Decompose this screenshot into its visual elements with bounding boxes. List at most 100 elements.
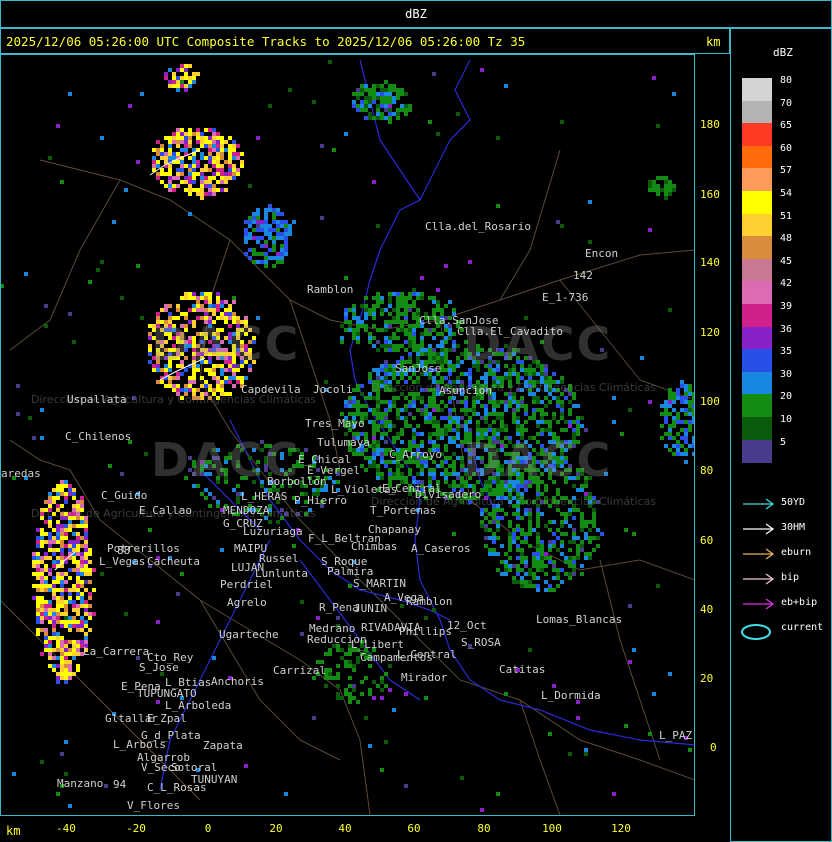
echo-pixel xyxy=(496,376,500,380)
echo-pixel xyxy=(360,84,364,88)
echo-pixel xyxy=(84,568,88,572)
echo-pixel xyxy=(356,88,360,92)
echo-pixel xyxy=(404,300,408,304)
echo-pixel xyxy=(388,296,392,300)
echo-pixel xyxy=(420,348,424,352)
echo-pixel xyxy=(92,612,96,616)
echo-pixel xyxy=(420,468,424,472)
echo-pixel xyxy=(588,240,592,244)
echo-pixel xyxy=(176,88,180,92)
echo-pixel xyxy=(436,464,440,468)
echo-pixel xyxy=(268,248,272,252)
echo-pixel xyxy=(488,552,492,556)
echo-pixel xyxy=(216,164,220,168)
echo-pixel xyxy=(352,312,356,316)
echo-pixel xyxy=(668,388,672,392)
echo-pixel xyxy=(560,416,564,420)
echo-pixel xyxy=(356,332,360,336)
echo-pixel xyxy=(536,552,540,556)
echo-pixel xyxy=(60,536,64,540)
echo-pixel xyxy=(388,84,392,88)
echo-pixel xyxy=(556,404,560,408)
echo-pixel xyxy=(368,96,372,100)
echo-pixel xyxy=(592,516,596,520)
echo-pixel xyxy=(288,228,292,232)
echo-pixel xyxy=(520,532,524,536)
echo-pixel xyxy=(216,304,220,308)
echo-pixel xyxy=(384,336,388,340)
echo-pixel xyxy=(404,408,408,412)
echo-pixel xyxy=(356,452,360,456)
echo-pixel xyxy=(388,340,392,344)
echo-pixel xyxy=(520,376,524,380)
echo-pixel xyxy=(216,144,220,148)
echo-pixel xyxy=(680,396,684,400)
echo-pixel xyxy=(152,148,156,152)
echo-pixel xyxy=(524,536,528,540)
echo-pixel xyxy=(36,632,40,636)
echo-pixel xyxy=(352,404,356,408)
echo-pixel xyxy=(444,476,448,480)
echo-pixel xyxy=(224,148,228,152)
echo-pixel xyxy=(180,572,184,576)
echo-pixel xyxy=(180,388,184,392)
echo-pixel xyxy=(156,172,160,176)
echo-pixel xyxy=(528,512,532,516)
echo-pixel xyxy=(208,160,212,164)
echo-pixel xyxy=(688,412,692,416)
echo-pixel xyxy=(376,452,380,456)
echo-pixel xyxy=(48,524,52,528)
echo-pixel xyxy=(392,376,396,380)
echo-pixel xyxy=(684,400,688,404)
echo-pixel xyxy=(56,792,60,796)
echo-pixel xyxy=(556,508,560,512)
echo-pixel xyxy=(472,408,476,412)
echo-pixel xyxy=(40,616,44,620)
echo-pixel xyxy=(664,184,668,188)
echo-pixel xyxy=(432,408,436,412)
echo-pixel xyxy=(32,436,36,440)
echo-pixel xyxy=(492,428,496,432)
echo-pixel xyxy=(52,616,56,620)
echo-pixel xyxy=(484,408,488,412)
echo-pixel xyxy=(444,348,448,352)
echo-pixel xyxy=(372,444,376,448)
echo-pixel xyxy=(188,176,192,180)
echo-pixel xyxy=(180,172,184,176)
echo-pixel xyxy=(448,300,452,304)
echo-pixel xyxy=(376,224,380,228)
echo-pixel xyxy=(408,468,412,472)
echo-pixel xyxy=(172,132,176,136)
echo-pixel xyxy=(560,224,564,228)
echo-pixel xyxy=(272,228,276,232)
echo-pixel xyxy=(352,684,356,688)
echo-pixel xyxy=(80,596,84,600)
radar-map[interactable]: DACC Dirección de Agricultura y Continge… xyxy=(0,54,695,816)
echo-pixel xyxy=(276,260,280,264)
echo-pixel xyxy=(40,760,44,764)
echo-pixel xyxy=(432,352,436,356)
echo-pixel xyxy=(676,412,680,416)
echo-pixel xyxy=(212,388,216,392)
echo-pixel xyxy=(428,344,432,348)
echo-pixel xyxy=(204,380,208,384)
echo-pixel xyxy=(192,168,196,172)
echo-pixel xyxy=(192,176,196,180)
echo-pixel xyxy=(664,404,668,408)
echo-pixel xyxy=(580,424,584,428)
echo-pixel xyxy=(560,540,564,544)
echo-pixel xyxy=(400,328,404,332)
echo-pixel xyxy=(596,536,600,540)
echo-pixel xyxy=(268,520,272,524)
echo-pixel xyxy=(576,508,580,512)
echo-pixel xyxy=(188,132,192,136)
echo-pixel xyxy=(340,412,344,416)
echo-pixel xyxy=(196,72,200,76)
echo-pixel xyxy=(48,492,52,496)
echo-pixel xyxy=(208,300,212,304)
echo-pixel xyxy=(56,524,60,528)
echo-pixel xyxy=(520,556,524,560)
echo-pixel xyxy=(676,452,680,456)
echo-pixel xyxy=(172,184,176,188)
echo-pixel xyxy=(32,584,36,588)
